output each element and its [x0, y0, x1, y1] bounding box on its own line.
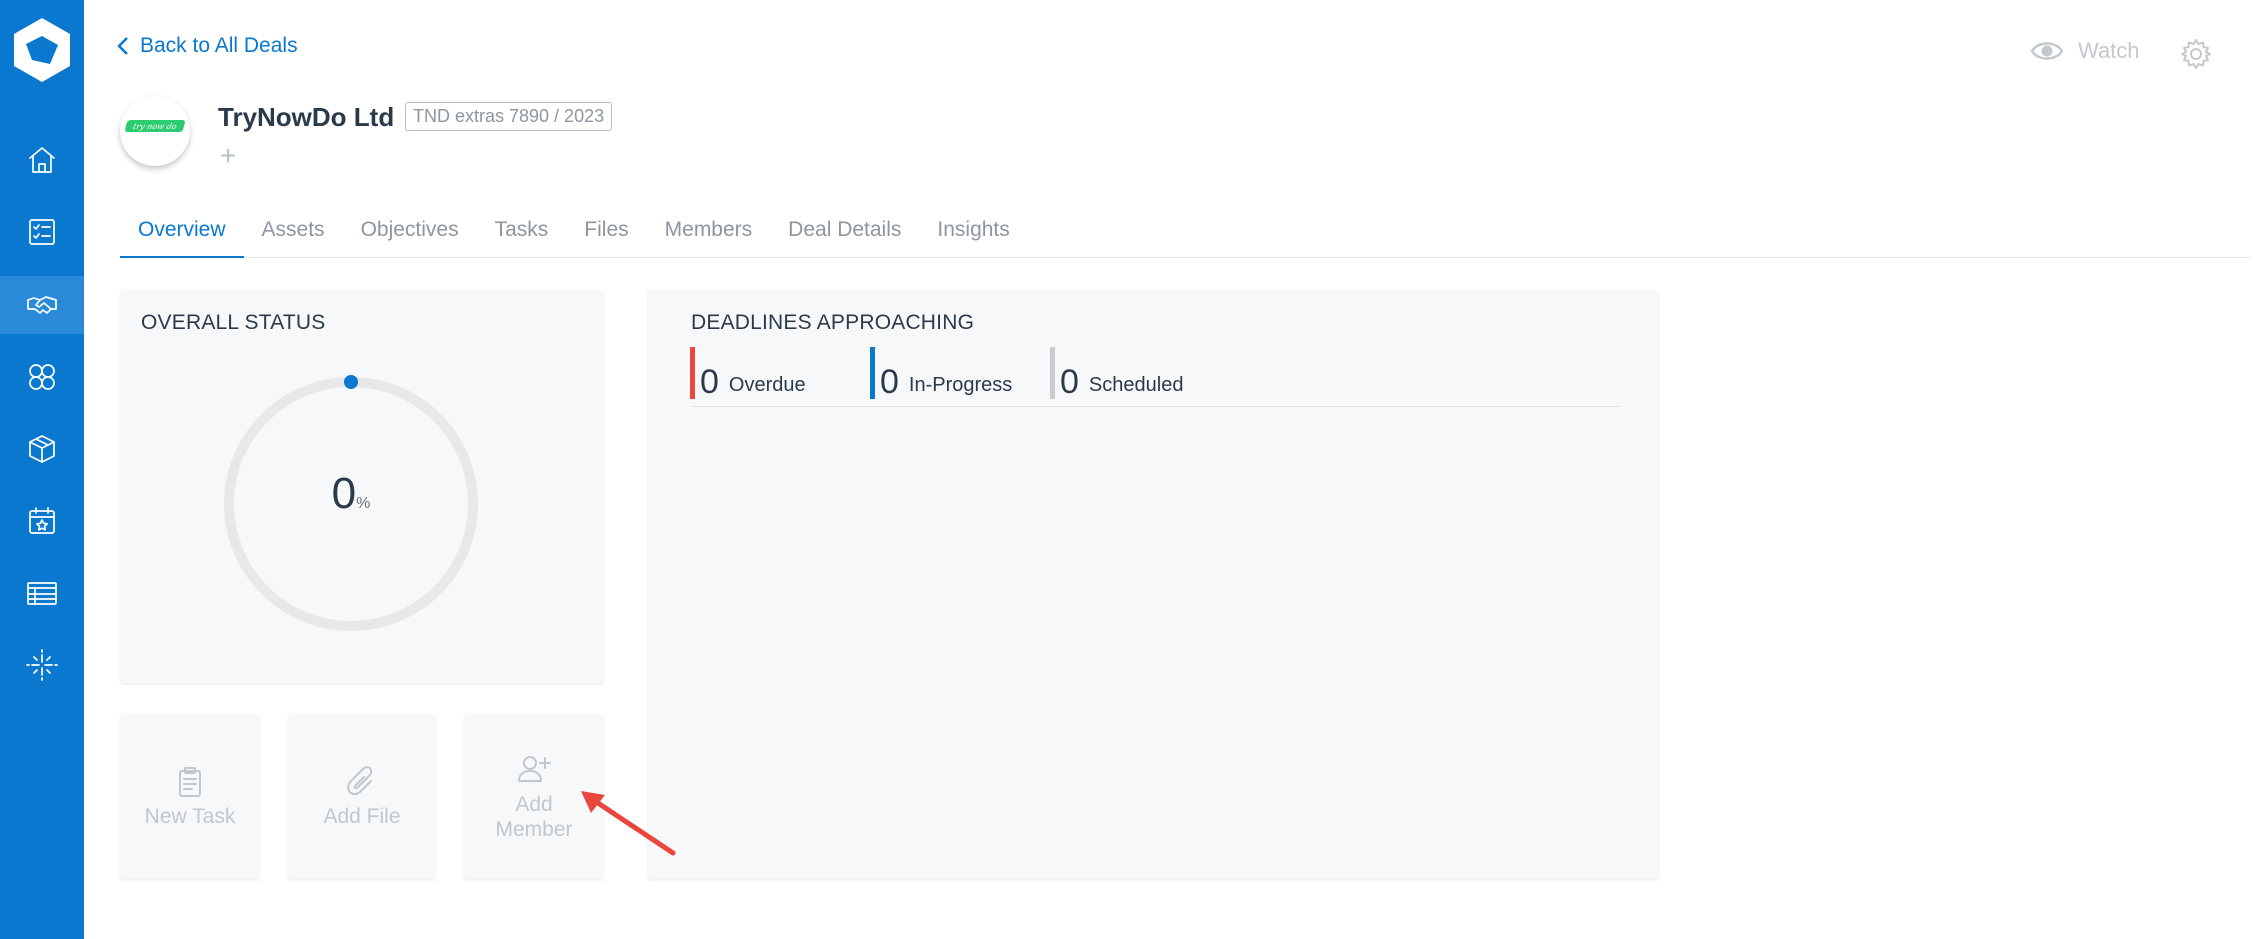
company-logo-text: try now do: [124, 120, 186, 132]
in-progress-count: 0: [880, 363, 899, 401]
sidebar-item-insights[interactable]: [0, 636, 84, 694]
deal-tag: TND extras 7890 / 2023: [405, 102, 613, 131]
sparkle-icon: [26, 649, 58, 681]
scheduled-count: 0: [1060, 363, 1079, 401]
progress-ring-marker: [344, 375, 358, 389]
chevron-left-icon: [117, 37, 128, 55]
scheduled-label: Scheduled: [1088, 374, 1184, 396]
in-progress-indicator: [870, 347, 875, 399]
sidebar-item-groups[interactable]: [0, 348, 84, 406]
deadlines-card: DEADLINES APPROACHING 0 Overdue 0 In-Pro…: [648, 291, 1658, 879]
app-logo-icon[interactable]: [6, 14, 78, 86]
tab-overview[interactable]: Overview: [120, 210, 244, 258]
company-logo: try now do: [120, 96, 190, 166]
deadline-stats: 0 Overdue 0 In-Progress 0 Scheduled: [690, 347, 1622, 407]
overdue-stat[interactable]: 0 Overdue: [690, 347, 806, 399]
overdue-indicator: [690, 347, 695, 399]
overall-status-card: OVERALL STATUS 0%: [121, 291, 603, 683]
tab-objectives[interactable]: Objectives: [343, 210, 477, 258]
annotation-arrow-icon: [581, 791, 676, 856]
sidebar-item-home[interactable]: [0, 131, 84, 189]
eye-icon: [2030, 42, 2064, 60]
deadlines-title: DEADLINES APPROACHING: [691, 311, 975, 334]
scheduled-indicator: [1050, 347, 1055, 399]
new-task-button[interactable]: New Task: [121, 715, 259, 879]
tab-tasks[interactable]: Tasks: [477, 210, 567, 258]
add-file-button[interactable]: Add File: [289, 715, 435, 879]
overall-status-title: OVERALL STATUS: [141, 311, 326, 334]
sidebar-item-assets[interactable]: [0, 420, 84, 478]
add-member-label-line1: Add: [515, 793, 553, 816]
paperclip-icon: [347, 766, 373, 795]
in-progress-label: In-Progress: [908, 374, 1013, 396]
watch-button[interactable]: Watch: [2030, 38, 2140, 64]
in-progress-stat[interactable]: 0 In-Progress: [870, 347, 1012, 399]
home-icon: [29, 147, 55, 173]
company-name: TryNowDo Ltd: [218, 102, 395, 132]
watch-label: Watch: [2078, 38, 2140, 63]
add-file-label: Add File: [323, 805, 401, 828]
handshake-icon: [27, 296, 57, 314]
add-member-label-line2: Member: [495, 818, 573, 841]
tab-assets[interactable]: Assets: [244, 210, 343, 258]
checklist-icon: [29, 219, 55, 245]
scheduled-stat[interactable]: 0 Scheduled: [1050, 347, 1183, 399]
group-icon: [29, 364, 55, 390]
tab-members[interactable]: Members: [647, 210, 771, 258]
add-tag-button[interactable]: +: [220, 140, 236, 172]
calendar-star-icon: [29, 507, 55, 534]
box-icon: [29, 435, 55, 463]
sidebar-item-tasks[interactable]: [0, 203, 84, 261]
table-icon: [27, 582, 57, 605]
back-to-deals-link[interactable]: Back to All Deals: [116, 34, 298, 58]
overall-status-value: 0%: [216, 469, 486, 519]
add-user-icon: [518, 756, 551, 782]
tab-deal-details[interactable]: Deal Details: [770, 210, 919, 258]
tab-bar: Overview Assets Objectives Tasks Files M…: [120, 210, 2250, 258]
back-link-label: Back to All Deals: [140, 34, 298, 57]
tab-insights[interactable]: Insights: [919, 210, 1027, 258]
clipboard-icon: [179, 767, 201, 797]
settings-gear-icon[interactable]: [2180, 38, 2212, 70]
status-value-unit: %: [356, 495, 371, 512]
sidebar-item-table[interactable]: [0, 564, 84, 622]
status-value-number: 0: [331, 469, 357, 518]
tab-files[interactable]: Files: [566, 210, 646, 258]
sidebar: [0, 0, 84, 939]
sidebar-item-calendar[interactable]: [0, 492, 84, 550]
overdue-count: 0: [700, 363, 719, 401]
overdue-label: Overdue: [728, 374, 806, 396]
sidebar-item-deals[interactable]: [0, 276, 84, 334]
new-task-label: New Task: [144, 805, 236, 828]
